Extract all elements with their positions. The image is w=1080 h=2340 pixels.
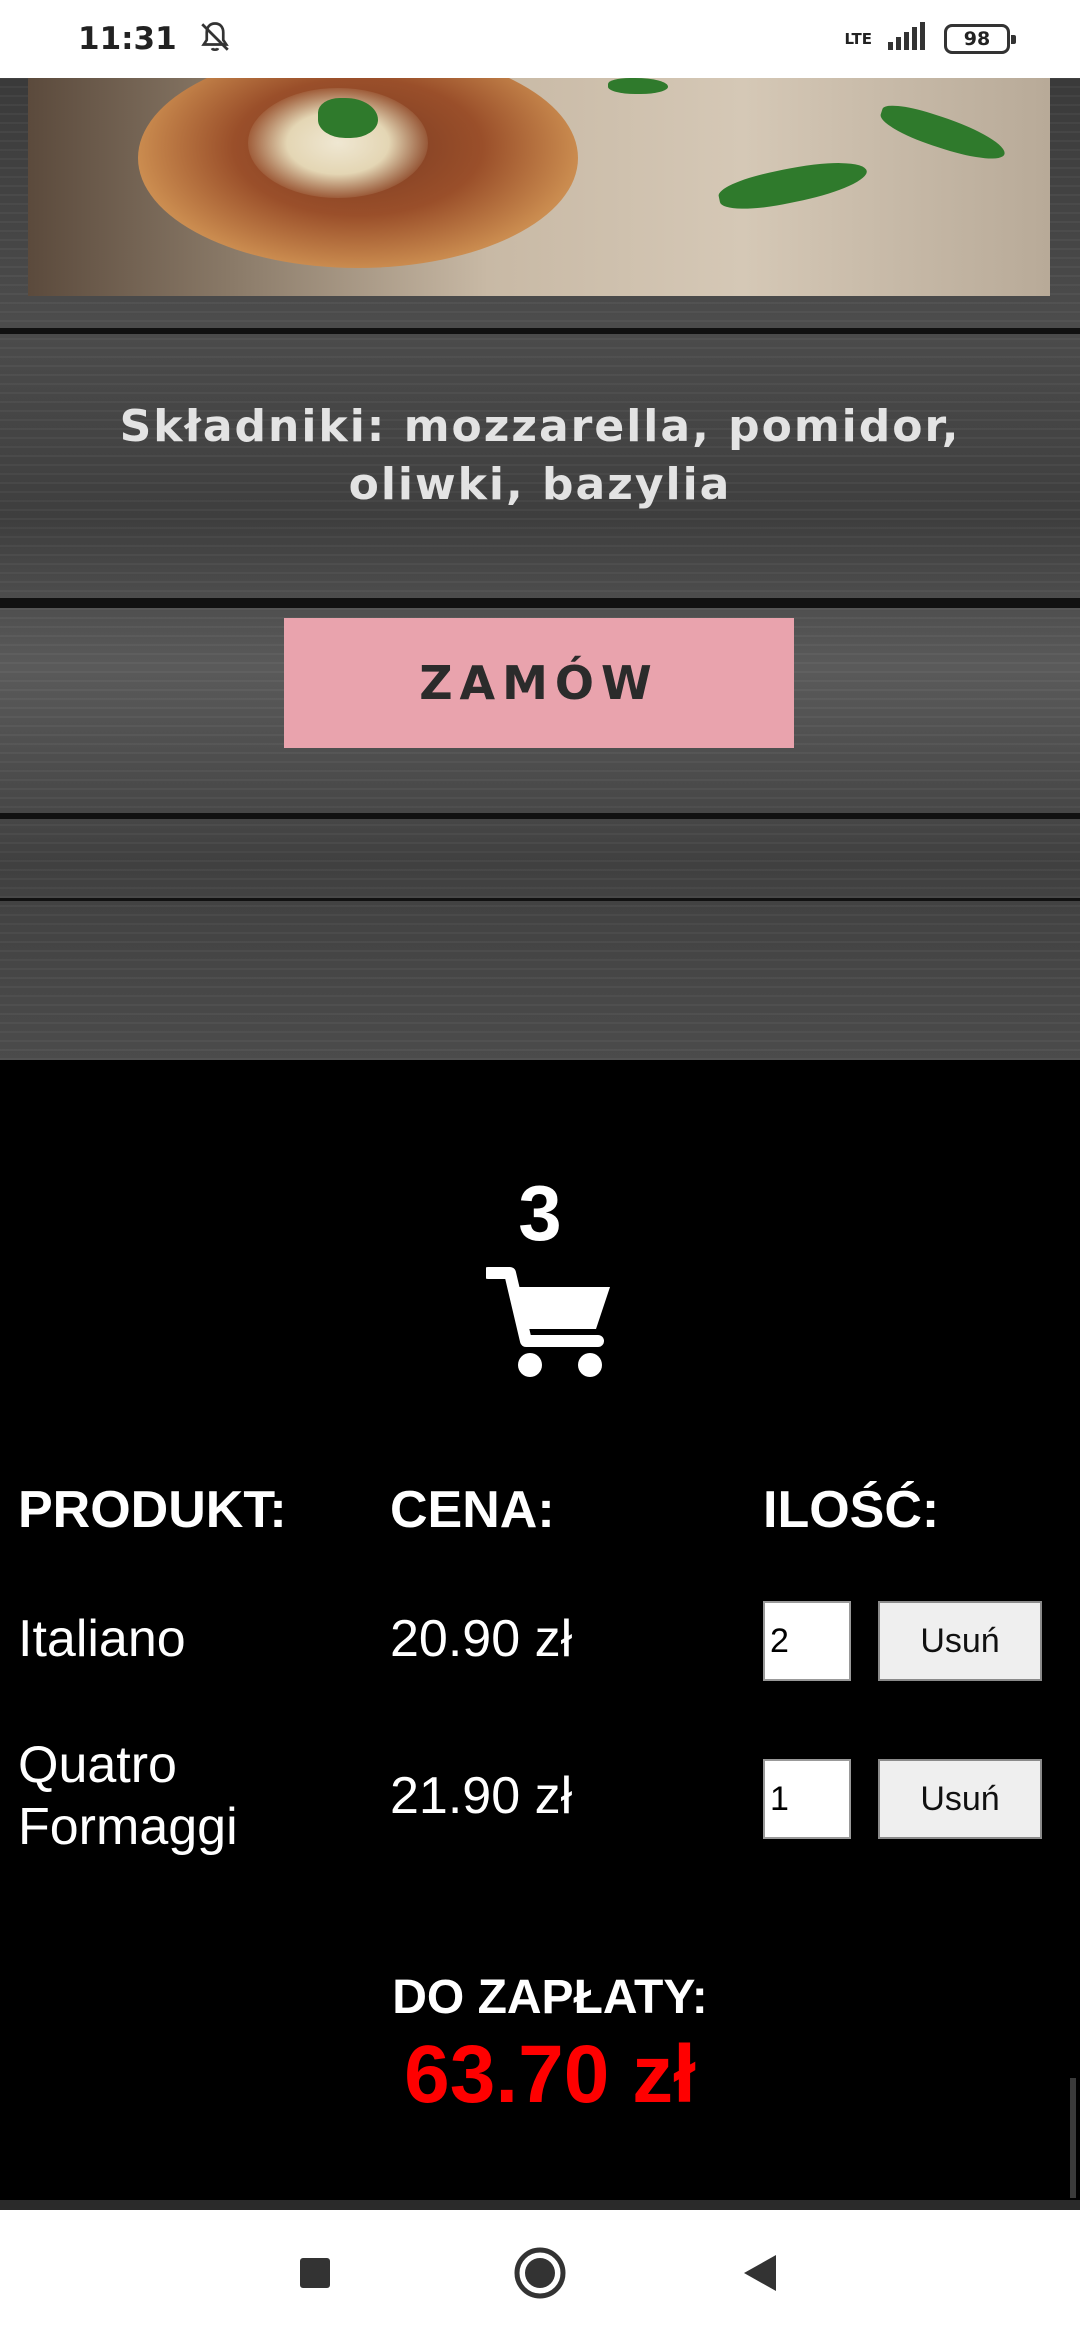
network-type: LTE (844, 29, 872, 48)
nav-back-icon (742, 2253, 778, 2297)
page-bottom-edge (0, 2200, 1080, 2210)
basil-leaf (608, 78, 668, 94)
nav-recents-button[interactable] (255, 2210, 375, 2340)
pizza-image (28, 78, 1050, 296)
cart-icon[interactable] (482, 1265, 614, 1380)
basil-leaf (318, 98, 378, 138)
basil-leaf (716, 152, 870, 218)
remove-button[interactable]: Usuń (878, 1759, 1042, 1839)
nav-back-button[interactable] (700, 2210, 820, 2340)
nav-home-icon (513, 2246, 567, 2304)
basil-leaf (876, 98, 1010, 168)
remove-button[interactable]: Usuń (878, 1601, 1042, 1681)
plank-gap (0, 328, 1080, 334)
nav-recents-icon (298, 2256, 332, 2294)
status-right: LTE 98 (844, 22, 1016, 56)
battery-icon: 98 (944, 24, 1016, 54)
signal-icon (886, 22, 926, 56)
plank-gap (0, 813, 1080, 819)
plank-gap (0, 598, 1080, 608)
item-price: 21.90 zł (390, 1767, 573, 1825)
header-quantity: ILOŚĆ: (763, 1481, 940, 1539)
navigation-bar (0, 2210, 1080, 2340)
status-bar: 11:31 LTE 98 (0, 0, 1080, 78)
header-price: CENA: (390, 1481, 555, 1539)
item-name: Quatro Formaggi (18, 1736, 238, 1856)
header-product: PRODUKT: (18, 1481, 287, 1539)
bell-off-icon (197, 19, 233, 59)
cart-section: 3 PRODUKT: CENA: ILOŚĆ: Italiano 20.90 z… (0, 1060, 1080, 2210)
status-time: 11:31 (78, 21, 177, 57)
item-name: Italiano (18, 1610, 186, 1668)
total-value: 63.70 zł (404, 2029, 696, 2120)
scrollbar[interactable] (1070, 2078, 1076, 2198)
total-label: DO ZAPŁATY: (392, 1971, 708, 2024)
order-button[interactable]: ZAMÓW (284, 618, 794, 748)
quantity-input[interactable]: 2 (763, 1601, 851, 1681)
ingredients-text: Składniki: mozzarella, pomidor, oliwki, … (119, 401, 961, 510)
quantity-input[interactable]: 1 (763, 1759, 851, 1839)
nav-home-button[interactable] (480, 2210, 600, 2340)
product-section: Składniki: mozzarella, pomidor, oliwki, … (0, 78, 1080, 1060)
item-price: 20.90 zł (390, 1610, 573, 1668)
status-left: 11:31 (78, 19, 233, 59)
cart-count: 3 (518, 1169, 562, 1257)
battery-level: 98 (963, 28, 991, 50)
plank-gap (0, 898, 1080, 901)
